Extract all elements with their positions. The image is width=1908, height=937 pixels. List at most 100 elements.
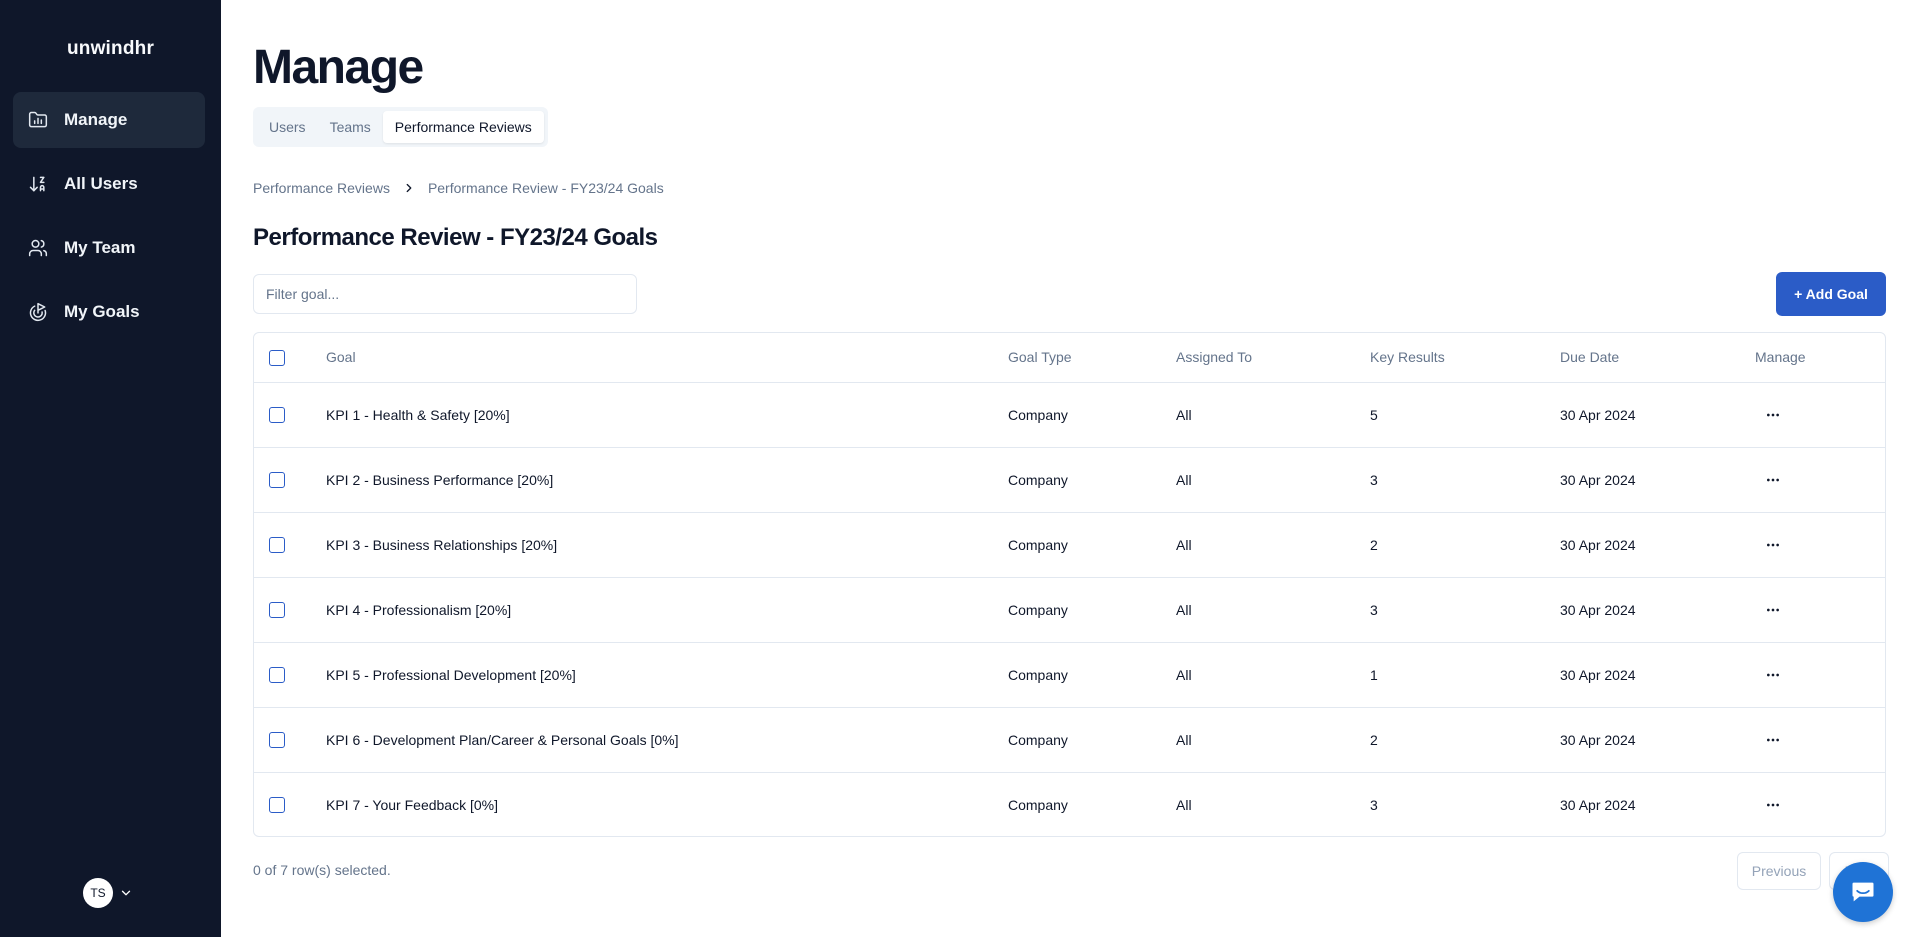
- goal-cell: KPI 3 - Business Relationships [20%]: [326, 536, 558, 553]
- app: unwindhr Manage All Users My Team My Goa…: [0, 0, 1908, 937]
- row-checkbox[interactable]: [269, 732, 285, 749]
- due-date-cell: 30 Apr 2024: [1560, 601, 1636, 618]
- column-header-due-date: Due Date: [1560, 349, 1620, 366]
- goal-type-cell: Company: [1008, 796, 1068, 813]
- add-goal-button[interactable]: + Add Goal: [1776, 272, 1886, 316]
- goals-table: Goal Goal Type Assigned To Key Results D…: [253, 332, 1886, 837]
- row-checkbox[interactable]: [269, 797, 285, 814]
- brand-logo[interactable]: unwindhr: [0, 38, 221, 60]
- table-row[interactable]: KPI 6 - Development Plan/Career & Person…: [254, 707, 1885, 772]
- table-body: KPI 1 - Health & Safety [20%] Company Al…: [254, 382, 1885, 836]
- goal-type-cell: Company: [1008, 471, 1068, 488]
- user-menu[interactable]: TS: [83, 878, 133, 908]
- avatar: TS: [83, 878, 113, 908]
- table-row[interactable]: KPI 5 - Professional Development [20%] C…: [254, 642, 1885, 707]
- sidebar-item-label: My Goals: [64, 302, 140, 321]
- sort-az-icon: [28, 174, 48, 194]
- row-checkbox[interactable]: [269, 472, 285, 489]
- key-results-cell: 2: [1370, 536, 1378, 553]
- more-horizontal-icon[interactable]: [1755, 403, 1791, 427]
- assigned-to-cell: All: [1176, 471, 1192, 488]
- sidebar-item-label: Manage: [64, 110, 128, 129]
- goal-cell: KPI 1 - Health & Safety [20%]: [326, 406, 510, 423]
- sidebar-item-my-team[interactable]: My Team: [13, 220, 205, 276]
- users-icon: [28, 238, 48, 258]
- assigned-to-cell: All: [1176, 666, 1192, 683]
- due-date-cell: 30 Apr 2024: [1560, 796, 1636, 813]
- select-all-checkbox[interactable]: [269, 349, 285, 366]
- column-header-key-results: Key Results: [1370, 349, 1445, 366]
- table-header-row: Goal Goal Type Assigned To Key Results D…: [254, 333, 1885, 382]
- row-checkbox[interactable]: [269, 407, 285, 424]
- assigned-to-cell: All: [1176, 796, 1192, 813]
- column-header-goal-type: Goal Type: [1008, 349, 1072, 366]
- row-select-cell: [254, 707, 326, 772]
- column-header-assigned-to: Assigned To: [1176, 349, 1253, 366]
- more-horizontal-icon[interactable]: [1755, 533, 1791, 557]
- manage-cell: [1755, 512, 1885, 577]
- column-header-manage: Manage: [1755, 349, 1806, 366]
- tab-performance-reviews[interactable]: Performance Reviews: [382, 111, 544, 143]
- due-date-cell: 30 Apr 2024: [1560, 666, 1636, 683]
- sidebar-nav: Manage All Users My Team My Goals: [13, 92, 205, 348]
- folder-chart-icon: [28, 110, 48, 130]
- tab-list: Users Teams Performance Reviews: [253, 107, 548, 147]
- tab-teams[interactable]: Teams: [318, 111, 383, 143]
- table-header: Goal Goal Type Assigned To Key Results D…: [254, 333, 1885, 382]
- sidebar: unwindhr Manage All Users My Team My Goa…: [0, 0, 221, 937]
- chat-launcher-button[interactable]: [1833, 862, 1893, 922]
- selection-status: 0 of 7 row(s) selected.: [253, 862, 391, 878]
- manage-cell: [1755, 642, 1885, 707]
- page-title: Manage: [253, 41, 424, 94]
- row-select-cell: [254, 512, 326, 577]
- key-results-cell: 5: [1370, 406, 1378, 423]
- more-horizontal-icon[interactable]: [1755, 728, 1791, 752]
- goal-type-cell: Company: [1008, 731, 1068, 748]
- manage-cell: [1755, 707, 1885, 772]
- assigned-to-cell: All: [1176, 601, 1192, 618]
- manage-cell: [1755, 577, 1885, 642]
- chevron-right-icon: [402, 181, 416, 195]
- chevron-down-icon: [119, 886, 133, 900]
- manage-cell: [1755, 447, 1885, 512]
- table-row[interactable]: KPI 7 - Your Feedback [0%] Company All 3…: [254, 772, 1885, 836]
- row-select-cell: [254, 382, 326, 447]
- row-checkbox[interactable]: [269, 537, 285, 554]
- sidebar-item-all-users[interactable]: All Users: [13, 156, 205, 212]
- chat-bubble-icon: [1849, 878, 1877, 906]
- goal-cell: KPI 7 - Your Feedback [0%]: [326, 796, 498, 813]
- assigned-to-cell: All: [1176, 406, 1192, 423]
- filter-goal-input[interactable]: [253, 274, 637, 314]
- key-results-cell: 3: [1370, 471, 1378, 488]
- section-title: Performance Review - FY23/24 Goals: [253, 224, 658, 251]
- sidebar-item-my-goals[interactable]: My Goals: [13, 284, 205, 340]
- tab-users[interactable]: Users: [257, 111, 318, 143]
- more-horizontal-icon[interactable]: [1755, 468, 1791, 492]
- table-row[interactable]: KPI 4 - Professionalism [20%] Company Al…: [254, 577, 1885, 642]
- row-checkbox[interactable]: [269, 667, 285, 684]
- sidebar-item-manage[interactable]: Manage: [13, 92, 205, 148]
- table-row[interactable]: KPI 1 - Health & Safety [20%] Company Al…: [254, 382, 1885, 447]
- breadcrumb-link-performance-reviews[interactable]: Performance Reviews: [253, 180, 390, 196]
- table-row[interactable]: KPI 3 - Business Relationships [20%] Com…: [254, 512, 1885, 577]
- goal-cell: KPI 4 - Professionalism [20%]: [326, 601, 512, 618]
- due-date-cell: 30 Apr 2024: [1560, 731, 1636, 748]
- due-date-cell: 30 Apr 2024: [1560, 471, 1636, 488]
- row-checkbox[interactable]: [269, 602, 285, 619]
- sidebar-item-label: All Users: [64, 174, 138, 193]
- goal-type-cell: Company: [1008, 406, 1068, 423]
- previous-page-button[interactable]: Previous: [1737, 852, 1821, 890]
- goal-type-cell: Company: [1008, 666, 1068, 683]
- more-horizontal-icon[interactable]: [1755, 793, 1791, 817]
- due-date-cell: 30 Apr 2024: [1560, 536, 1636, 553]
- more-horizontal-icon[interactable]: [1755, 598, 1791, 622]
- more-horizontal-icon[interactable]: [1755, 663, 1791, 687]
- sidebar-item-label: My Team: [64, 238, 136, 257]
- key-results-cell: 3: [1370, 601, 1378, 618]
- manage-cell: [1755, 382, 1885, 447]
- table-row[interactable]: KPI 2 - Business Performance [20%] Compa…: [254, 447, 1885, 512]
- row-select-cell: [254, 447, 326, 512]
- key-results-cell: 1: [1370, 666, 1378, 683]
- goal-type-cell: Company: [1008, 536, 1068, 553]
- goal-cell: KPI 6 - Development Plan/Career & Person…: [326, 731, 679, 748]
